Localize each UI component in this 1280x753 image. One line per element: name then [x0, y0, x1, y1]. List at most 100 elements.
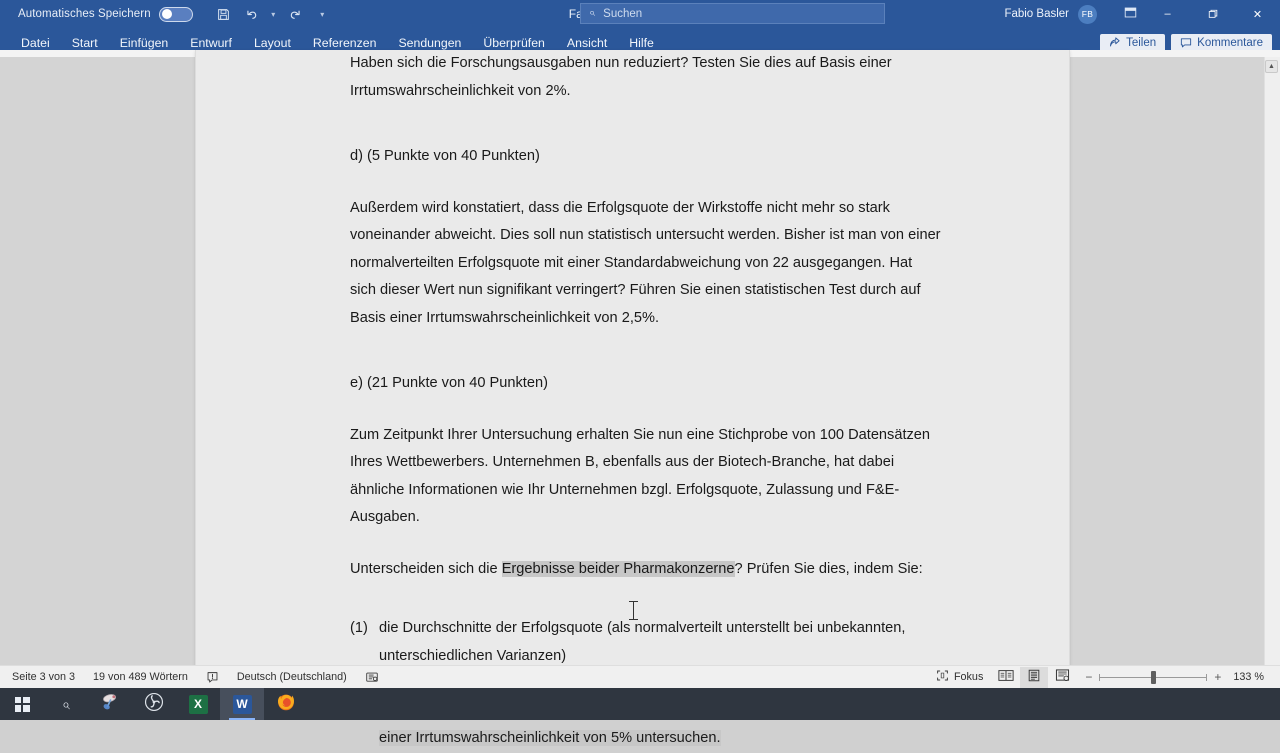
text-run: normalverteilten Erfolgsquote mit einer …	[350, 254, 913, 271]
status-bar: Seite 3 von 3 19 von 489 Wörtern Deutsch…	[0, 665, 1280, 688]
document-paragraph[interactable]: Unterscheiden sich die Ergebnisse beider…	[350, 556, 1012, 584]
taskbar-app-excel[interactable]: X	[176, 688, 220, 720]
list-item-text: die Durchschnitte der Erfolgsquote (als …	[379, 615, 1012, 643]
windows-logo-icon	[14, 696, 30, 712]
text-run: Irrtumswahrscheinlichkeit von 2%.	[350, 82, 571, 99]
search-button[interactable]: ⌕	[44, 688, 88, 720]
quick-access-toolbar: ▾ ▾	[211, 2, 329, 26]
text-run: e) (21 Punkte von 40 Punkten)	[350, 375, 548, 391]
zoom-thumb[interactable]	[1151, 670, 1157, 684]
zoom-out-button[interactable]: −	[1085, 670, 1092, 684]
document-line: sich dieser Wert nun signifikant verring…	[350, 277, 1012, 305]
zoom-slider[interactable]: − +	[1076, 670, 1230, 684]
document-text[interactable]: Haben sich die Forschungsausgaben nun re…	[350, 50, 1012, 753]
share-label: Teilen	[1126, 36, 1157, 49]
page-indicator[interactable]: Seite 3 von 3	[3, 671, 84, 683]
focus-mode-label: Fokus	[953, 671, 984, 683]
firefox-icon	[276, 692, 296, 717]
user-name[interactable]: Fabio Basler	[1004, 8, 1069, 20]
focus-mode-button[interactable]: Fokus	[927, 669, 992, 685]
avatar[interactable]: FB	[1078, 4, 1097, 24]
read-mode-icon	[998, 669, 1014, 685]
undo-dropdown-icon[interactable]: ▾	[267, 2, 280, 26]
selected-text: einer Irrtumswahrscheinlichkeit von 5% u…	[379, 730, 721, 746]
taskbar-app-obs[interactable]	[132, 688, 176, 720]
document-paragraph[interactable]: d) (5 Punkte von 40 Punkten)	[350, 143, 1012, 171]
text-run: Außerdem wird konstatiert, dass die Erfo…	[350, 199, 890, 216]
word-count[interactable]: 19 von 489 Wörtern	[84, 671, 197, 683]
document-page[interactable]: Haben sich die Forschungsausgaben nun re…	[195, 50, 1070, 746]
redo-icon[interactable]	[282, 2, 308, 26]
web-layout-button[interactable]	[1048, 667, 1076, 688]
document-line: Basis einer Irrtumswahrscheinlichkeit vo…	[350, 305, 1012, 333]
start-button[interactable]	[0, 688, 44, 720]
scroll-up-button[interactable]: ▲	[1265, 60, 1278, 73]
text-run: unterschiedlichen Varianzen)	[379, 647, 567, 664]
share-button[interactable]: Teilen	[1100, 33, 1166, 52]
document-paragraph[interactable]: e) (21 Punkte von 40 Punkten)	[350, 370, 1012, 398]
meet-now-icon	[100, 692, 121, 716]
zoom-level[interactable]: 133 %	[1230, 671, 1276, 683]
title-bar: Automatisches Speichern ▾ ▾ Fallstudie B…	[0, 0, 1280, 28]
text-run: Ausgaben.	[350, 509, 420, 525]
close-button[interactable]: ✕	[1235, 0, 1280, 28]
autosave-toggle[interactable]	[158, 6, 193, 22]
comments-button[interactable]: Kommentare	[1171, 33, 1272, 52]
document-line: Haben sich die Forschungsausgaben nun re…	[350, 50, 1012, 78]
zoom-track[interactable]	[1099, 670, 1208, 684]
text-run: sich dieser Wert nun signifikant verring…	[350, 282, 921, 298]
status-left-group: Seite 3 von 3 19 von 489 Wörtern Deutsch…	[0, 671, 388, 684]
windows-taskbar: ⌕ X W	[0, 688, 1280, 720]
document-line: normalverteilten Erfolgsquote mit einer …	[350, 250, 1012, 278]
accessibility-checker-icon[interactable]	[356, 671, 388, 684]
print-layout-icon	[1027, 669, 1041, 685]
save-icon[interactable]	[211, 2, 237, 26]
taskbar-app-firefox[interactable]	[264, 688, 308, 720]
list-item[interactable]: (1) die Durchschnitte der Erfolgsquote (a…	[350, 615, 1012, 643]
text-run: Basis einer Irrtumswahrscheinlichkeit vo…	[350, 309, 660, 326]
share-icon	[1109, 36, 1121, 49]
text-run: voneinander abweicht. Dies soll nun stat…	[350, 227, 941, 243]
chevron-down-icon[interactable]: ▾	[316, 2, 329, 26]
excel-icon: X	[188, 694, 208, 714]
document-line: d) (5 Punkte von 40 Punkten)	[350, 143, 1012, 171]
restore-button[interactable]	[1190, 0, 1235, 28]
zoom-in-button[interactable]: +	[1214, 670, 1221, 684]
status-right-group: Fokus − + 133 %	[927, 666, 1276, 688]
search-box[interactable]: ⌕	[580, 3, 885, 24]
taskbar-app-word[interactable]: W	[220, 688, 264, 720]
document-paragraph[interactable]: Zum Zeitpunkt Ihrer Untersuchung erhalte…	[350, 422, 1012, 532]
list-item[interactable]: einer Irrtumswahrscheinlichkeit von 5% u…	[350, 725, 1012, 753]
search-icon: ⌕	[589, 7, 596, 19]
list-item-number	[350, 725, 379, 753]
document-paragraph[interactable]: Außerdem wird konstatiert, dass die Erfo…	[350, 195, 1012, 333]
autosave-label: Automatisches Speichern	[18, 8, 151, 20]
text-run: Haben sich die Forschungsausgaben nun re…	[350, 55, 892, 71]
text-run: die Durchschnitte der Erfolgsquote (als …	[379, 620, 906, 636]
taskbar-app-meet-now[interactable]	[88, 688, 132, 720]
document-workspace[interactable]: Haben sich die Forschungsausgaben nun re…	[0, 50, 1280, 746]
print-layout-button[interactable]	[1020, 666, 1049, 688]
proofing-errors-icon[interactable]	[197, 671, 228, 684]
titlebar-right-group: Fabio Basler FB – ✕	[1004, 0, 1280, 28]
selected-text: Ergebnisse beider Pharmakonzerne	[501, 560, 735, 577]
text-run: Ihres Wettbewerbers. Unternehmen B, eben…	[350, 454, 895, 470]
document-paragraph[interactable]: Haben sich die Forschungsausgaben nun re…	[350, 50, 1012, 105]
search-input[interactable]	[603, 7, 844, 20]
minimize-button[interactable]: –	[1145, 0, 1190, 28]
vertical-scrollbar[interactable]: ▲	[1264, 57, 1280, 665]
focus-mode-icon	[936, 669, 949, 685]
text-run: d) (5 Punkte von 40 Punkten)	[350, 148, 540, 164]
document-line: Zum Zeitpunkt Ihrer Untersuchung erhalte…	[350, 422, 1012, 450]
read-mode-button[interactable]	[992, 667, 1020, 688]
language-indicator[interactable]: Deutsch (Deutschland)	[228, 671, 356, 683]
ribbon-display-options-icon[interactable]	[1115, 6, 1145, 22]
undo-icon[interactable]	[239, 2, 265, 26]
text-run: ? Prüfen Sie dies, indem Sie:	[734, 560, 923, 577]
